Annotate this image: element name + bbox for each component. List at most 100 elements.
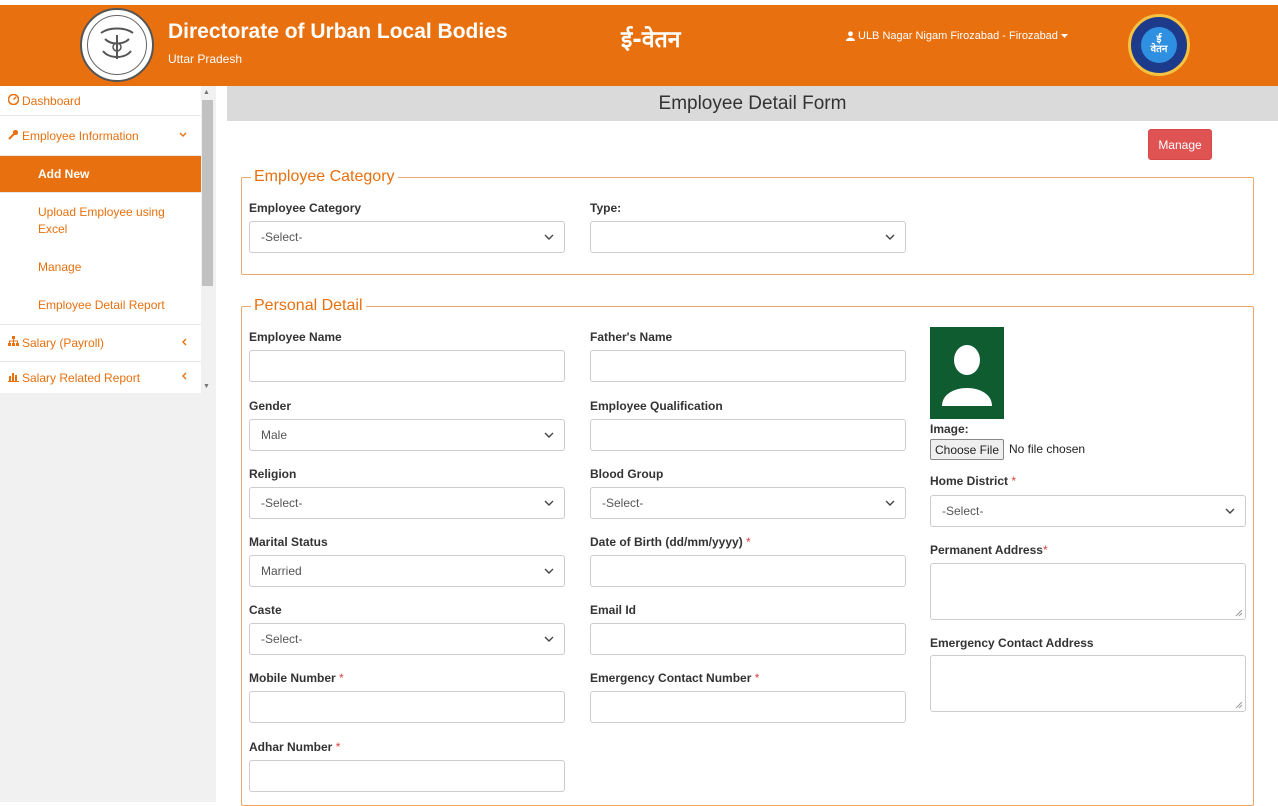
mobile-number-input[interactable]	[249, 691, 565, 723]
emergency-contact-address-textarea[interactable]	[930, 655, 1246, 712]
date-of-birth-label: Date of Birth (dd/mm/yyyy) *	[590, 535, 751, 549]
employee-photo-placeholder	[930, 327, 1004, 419]
chevron-down-icon	[544, 432, 554, 438]
required-mark: *	[754, 671, 760, 685]
adhar-number-label-text: Adhar Number	[249, 740, 333, 754]
page-title: Employee Detail Form	[227, 86, 1278, 121]
chevron-down-icon	[544, 500, 554, 506]
email-id-input[interactable]	[590, 623, 906, 655]
type-select[interactable]	[590, 221, 906, 253]
emergency-contact-number-input[interactable]	[590, 691, 906, 723]
scroll-down-arrow-icon[interactable]: ▼	[203, 383, 210, 390]
required-mark: *	[746, 535, 751, 549]
blood-group-value: -Select-	[602, 496, 644, 510]
employee-category-value: -Select-	[261, 230, 303, 244]
employee-category-legend: Employee Category	[251, 168, 398, 186]
choose-file-button[interactable]: Choose File	[930, 439, 1004, 460]
email-id-label: Email Id	[590, 603, 637, 617]
chevron-left-icon	[181, 338, 187, 349]
emergency-contact-number-label: Emergency Contact Number *	[590, 671, 759, 685]
caste-value: -Select-	[261, 632, 303, 646]
blood-group-label: Blood Group	[590, 467, 664, 481]
dashboard-icon	[7, 93, 20, 108]
employee-name-input[interactable]	[249, 350, 565, 382]
marital-status-label: Marital Status	[249, 535, 328, 549]
chevron-down-icon	[885, 500, 895, 506]
file-status-text: No file chosen	[1009, 442, 1086, 456]
sidebar-item-upload-employee[interactable]: Upload Employee using Excel	[0, 193, 201, 249]
required-mark: *	[335, 740, 341, 754]
salary-logo-text: ई वेतन	[1141, 27, 1177, 63]
emergency-contact-number-label-text: Emergency Contact Number	[590, 671, 752, 685]
resize-grip-icon[interactable]	[1235, 701, 1243, 709]
sidebar-item-salary-related-report[interactable]: Salary Related Report	[0, 362, 201, 393]
home-district-value: -Select-	[942, 504, 984, 518]
sidebar-item-dashboard[interactable]: Dashboard	[0, 86, 201, 116]
fathers-name-input[interactable]	[590, 350, 906, 382]
home-district-label-text: Home District	[930, 474, 1009, 488]
religion-select[interactable]: -Select-	[249, 487, 565, 519]
marital-status-value: Married	[261, 564, 302, 578]
caste-label: Caste	[249, 603, 282, 617]
chevron-down-icon	[1225, 508, 1235, 514]
sidebar-item-add-new[interactable]: Add New	[0, 156, 201, 193]
user-menu[interactable]: ULB Nagar Nigam Firozabad - Firozabad	[846, 30, 1068, 42]
employee-qualification-label: Employee Qualification	[590, 399, 723, 413]
sidebar-nav: Dashboard Employee Information Add New U…	[0, 86, 201, 393]
sidebar-item-salary-payroll[interactable]: Salary (Payroll)	[0, 325, 201, 362]
permanent-address-label-text: Permanent Address	[930, 543, 1043, 557]
home-district-select[interactable]: -Select-	[930, 495, 1246, 527]
wrench-icon	[8, 129, 20, 143]
adhar-number-input[interactable]	[249, 760, 565, 792]
religion-label: Religion	[249, 467, 297, 481]
scroll-up-arrow-icon[interactable]: ▲	[203, 89, 210, 96]
employee-qualification-input[interactable]	[590, 419, 906, 451]
app-title: Directorate of Urban Local Bodies	[168, 20, 508, 43]
employee-category-label: Employee Category	[249, 201, 362, 215]
sidebar-item-label: Dashboard	[22, 93, 81, 108]
chevron-down-icon	[544, 636, 554, 642]
blood-group-select[interactable]: -Select-	[590, 487, 906, 519]
manage-button[interactable]: Manage	[1148, 129, 1212, 160]
sidebar-item-label: Salary (Payroll)	[22, 336, 105, 350]
app-subtitle: Uttar Pradesh	[168, 52, 243, 66]
date-of-birth-label-text: Date of Birth (dd/mm/yyyy)	[590, 535, 743, 549]
sidebar-item-label: Upload Employee using Excel	[38, 205, 165, 236]
required-mark: *	[1042, 543, 1048, 557]
gender-select[interactable]: Male	[249, 419, 565, 451]
caste-select[interactable]: -Select-	[249, 623, 565, 655]
religion-value: -Select-	[261, 496, 303, 510]
user-icon	[846, 31, 855, 41]
resize-grip-icon[interactable]	[1235, 609, 1243, 617]
chevron-down-icon	[179, 130, 187, 141]
gender-label: Gender	[249, 399, 292, 413]
sidebar-item-label: Manage	[38, 260, 82, 274]
type-label: Type:	[590, 201, 622, 215]
fathers-name-label: Father's Name	[590, 330, 673, 344]
mobile-number-label-text: Mobile Number	[249, 671, 336, 685]
sidebar-item-employee-detail-report[interactable]: Employee Detail Report	[0, 285, 201, 325]
sidebar-item-label: Add New	[38, 167, 90, 181]
date-of-birth-input[interactable]	[590, 555, 906, 587]
adhar-number-label: Adhar Number *	[249, 740, 340, 754]
permanent-address-textarea[interactable]	[930, 563, 1246, 620]
emblem-icon	[100, 27, 134, 59]
sidebar-item-employee-information[interactable]: Employee Information	[0, 116, 201, 156]
chevron-down-icon	[885, 234, 895, 240]
chevron-down-icon	[544, 234, 554, 240]
header-top-strip	[0, 0, 1278, 5]
sidebar: Dashboard Employee Information Add New U…	[0, 86, 216, 802]
bar-chart-icon	[8, 371, 20, 385]
personal-detail-legend: Personal Detail	[251, 297, 366, 315]
sidebar-item-label: Salary Related Report	[22, 370, 141, 385]
employee-category-select[interactable]: -Select-	[249, 221, 565, 253]
sidebar-scroll-thumb[interactable]	[202, 100, 213, 286]
marital-status-select[interactable]: Married	[249, 555, 565, 587]
sidebar-item-label: Employee Information	[22, 128, 139, 143]
gender-value: Male	[261, 428, 288, 442]
salary-management-logo: ई वेतन	[1112, 12, 1206, 78]
user-label: ULB Nagar Nigam Firozabad - Firozabad	[858, 30, 1058, 42]
sidebar-item-manage[interactable]: Manage	[0, 249, 201, 285]
mobile-number-label: Mobile Number *	[249, 671, 344, 685]
permanent-address-label: Permanent Address*	[930, 543, 1048, 557]
